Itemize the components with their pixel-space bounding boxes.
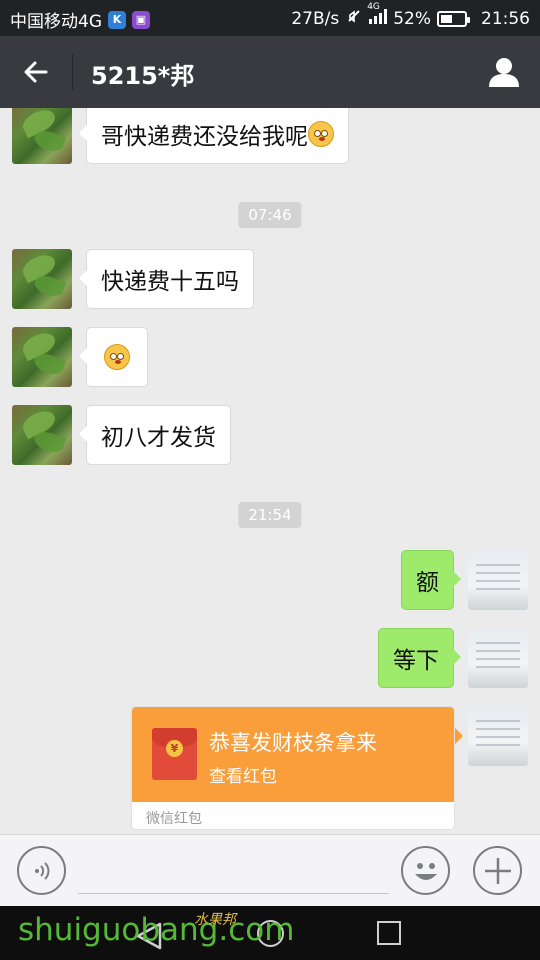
more-button[interactable]	[473, 846, 522, 895]
contact-avatar[interactable]	[12, 108, 72, 164]
contact-avatar[interactable]	[12, 327, 72, 387]
message-bubble-sent[interactable]: 等下	[378, 628, 461, 688]
header-divider	[72, 54, 73, 90]
back-button[interactable]	[14, 52, 58, 92]
red-packet-action: 查看红包	[209, 767, 277, 787]
app-notification-icon: K	[108, 10, 126, 29]
timestamp: 21:54	[238, 502, 302, 528]
emoji-button[interactable]	[401, 846, 450, 895]
my-avatar[interactable]	[468, 706, 528, 766]
system-nav-bar: shuiguobang.com 水果邦	[0, 906, 540, 960]
contact-avatar[interactable]	[12, 249, 72, 309]
watermark-cn: 水果邦	[194, 912, 236, 928]
message-input[interactable]	[78, 893, 389, 894]
mute-icon	[345, 7, 363, 30]
watermark-text: shuiguobang.com	[18, 912, 295, 948]
net-speed: 27B/s	[291, 8, 340, 29]
red-packet-tail	[455, 728, 463, 744]
person-icon	[489, 58, 519, 87]
emoji-icon	[414, 862, 437, 880]
battery-icon	[437, 10, 470, 27]
chat-title: 5215*邦	[91, 62, 195, 90]
red-packet-footer: 微信红包	[146, 811, 202, 827]
contact-avatar[interactable]	[12, 405, 72, 465]
watermark: shuiguobang.com 水果邦	[18, 912, 294, 948]
message-list[interactable]: 哥快递费还没给我呢 07:46 快递费十五吗 初八才发货 21:54 额 等下 …	[0, 108, 540, 834]
message-bubble[interactable]	[79, 327, 148, 387]
nav-recents-button[interactable]	[377, 921, 401, 945]
red-packet-card[interactable]: ¥ 恭喜发财枝条拿来 查看红包 微信红包	[131, 706, 455, 830]
voice-icon	[34, 861, 49, 880]
plus-icon	[484, 857, 511, 884]
red-packet-title: 恭喜发财枝条拿来	[209, 731, 377, 755]
message-text: 额	[416, 570, 439, 596]
carrier-label: 中国移动4G	[10, 12, 102, 32]
input-bar	[0, 834, 540, 906]
message-bubble[interactable]: 快递费十五吗	[79, 249, 254, 309]
status-bar: 中国移动4G K ▣ 27B/s 4G 52% 21:56	[0, 0, 540, 36]
timestamp: 07:46	[238, 202, 302, 228]
arrow-left-icon	[24, 61, 48, 83]
voice-button[interactable]	[17, 846, 66, 895]
chat-info-button[interactable]	[482, 52, 526, 92]
shocked-emoji-icon	[308, 121, 334, 147]
red-envelope-icon: ¥	[152, 728, 197, 780]
battery-percent: 52%	[393, 8, 431, 29]
message-text: 等下	[393, 648, 439, 674]
message-text: 哥快递费还没给我呢	[101, 124, 308, 150]
message-bubble[interactable]: 初八才发货	[79, 405, 231, 465]
my-avatar[interactable]	[468, 550, 528, 610]
chat-header: 5215*邦	[0, 36, 540, 108]
message-text: 初八才发货	[101, 425, 216, 451]
message-text: 快递费十五吗	[101, 269, 239, 295]
message-bubble-sent[interactable]: 额	[401, 550, 461, 610]
coin-icon: ¥	[166, 740, 183, 757]
my-avatar[interactable]	[468, 628, 528, 688]
clock: 21:56	[481, 8, 530, 29]
network-label: 4G	[367, 2, 380, 12]
shocked-emoji-icon	[104, 344, 130, 370]
gallery-notification-icon: ▣	[132, 10, 150, 29]
message-bubble[interactable]: 哥快递费还没给我呢	[79, 108, 349, 164]
